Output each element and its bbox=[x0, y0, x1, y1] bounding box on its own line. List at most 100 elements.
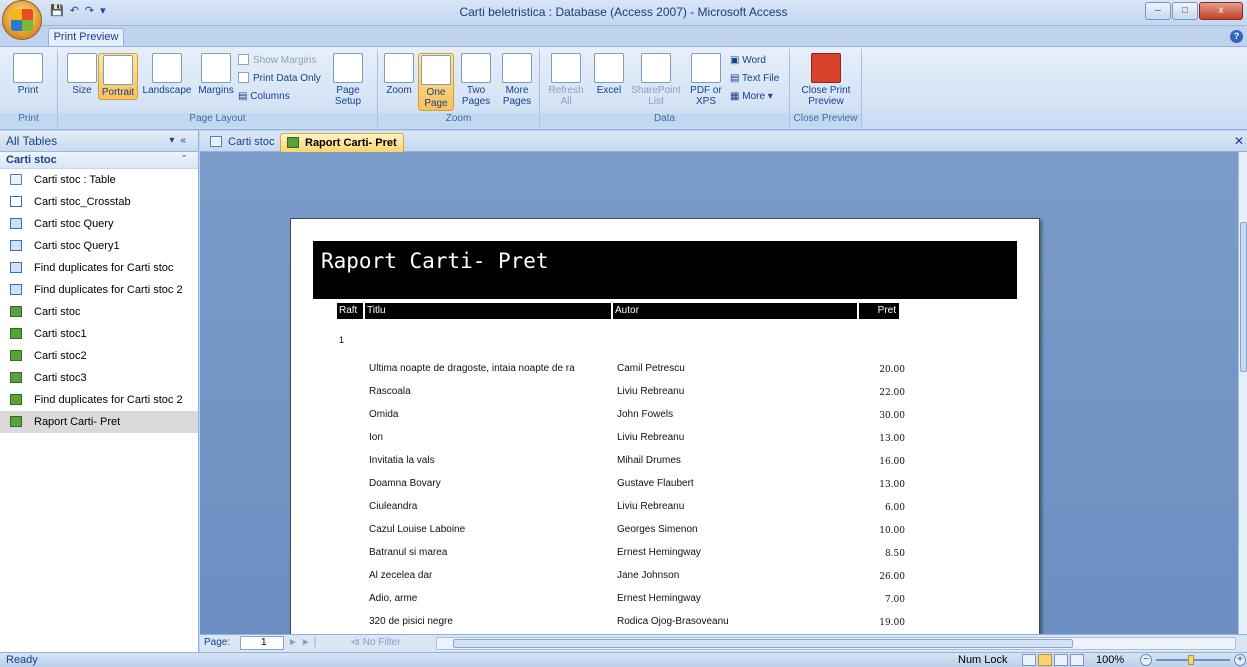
report-row: Ultima noapte de dragoste, intaia noapte… bbox=[291, 363, 1041, 385]
column-header-pret: Pret bbox=[859, 303, 899, 319]
report-icon bbox=[287, 137, 299, 148]
nav-item[interactable]: Carti stoc bbox=[0, 301, 198, 323]
report-cell-pret: 7.00 bbox=[884, 595, 905, 605]
doc-tab-carti-stoc[interactable]: Carti stoc bbox=[204, 133, 280, 152]
one-page-icon bbox=[421, 55, 451, 85]
export-pdf-button[interactable]: PDF or XPS bbox=[686, 53, 726, 107]
print-preview-area[interactable]: Raport Carti- Pret Raft Titlu Autor Pret… bbox=[200, 152, 1238, 634]
print-preview-view-icon[interactable] bbox=[1038, 654, 1052, 666]
design-view-icon[interactable] bbox=[1070, 654, 1084, 666]
print-data-only-checkbox[interactable]: Print Data Only bbox=[238, 71, 321, 86]
group-label-data: Data bbox=[540, 113, 789, 127]
columns-icon: ▤ bbox=[238, 91, 251, 102]
report-cell-titlu: Invitatia la vals bbox=[369, 455, 435, 466]
page-number-input[interactable]: 1 bbox=[240, 636, 284, 650]
nav-pane-menu-icon[interactable]: ▾« bbox=[169, 131, 192, 151]
more-pages-button[interactable]: More Pages bbox=[498, 53, 536, 107]
report-row: 320 de pisici negre Rodica Ojog-Brasovean… bbox=[291, 616, 1041, 634]
report-title: Raport Carti- Pret bbox=[321, 249, 549, 273]
group-print: Print Print bbox=[0, 49, 58, 127]
tab-print-preview[interactable]: Print Preview bbox=[48, 28, 124, 47]
zoom-in-icon[interactable]: + bbox=[1234, 654, 1246, 666]
report-cell-titlu: Ciuleandra bbox=[369, 501, 418, 512]
margins-button[interactable]: Margins bbox=[196, 53, 236, 96]
export-more-button[interactable]: ▦ More ▾ bbox=[730, 89, 773, 104]
zoom-out-icon[interactable]: − bbox=[1140, 654, 1152, 666]
vertical-scroll-thumb[interactable] bbox=[1240, 222, 1247, 372]
nav-item[interactable]: Carti stoc : Table bbox=[0, 169, 198, 191]
report-cell-pret: 10.00 bbox=[879, 526, 905, 536]
view-switcher bbox=[1022, 654, 1090, 667]
filter-icon: ⧏ bbox=[350, 637, 363, 648]
minimize-button[interactable]: – bbox=[1145, 2, 1171, 20]
report-row: Adio, arme Ernest Hemingway 7.00 bbox=[291, 593, 1041, 615]
report-cell-pret: 16.00 bbox=[879, 457, 905, 467]
close-print-preview-button[interactable]: Close Print Preview bbox=[796, 53, 856, 107]
office-button[interactable] bbox=[2, 0, 42, 40]
report-cell-titlu: Rascoala bbox=[369, 386, 411, 397]
show-margins-checkbox[interactable]: Show Margins bbox=[238, 53, 316, 68]
vertical-scrollbar[interactable] bbox=[1238, 152, 1247, 634]
nav-item[interactable]: Raport Carti- Pret bbox=[0, 411, 198, 433]
page-nav-arrows-icon[interactable]: ►►| bbox=[288, 637, 319, 648]
close-window-button[interactable]: x bbox=[1199, 2, 1243, 20]
report-icon bbox=[10, 372, 22, 383]
portrait-button[interactable]: Portrait bbox=[98, 53, 138, 100]
export-excel-button[interactable]: Excel bbox=[592, 53, 626, 96]
report-cell-titlu: Doamna Bovary bbox=[369, 478, 441, 489]
horizontal-scrollbar[interactable] bbox=[436, 637, 1236, 650]
nav-pane-header[interactable]: All Tables ▾« bbox=[0, 131, 198, 152]
zoom-button[interactable]: Zoom bbox=[382, 53, 416, 96]
page-label: Page: bbox=[204, 637, 231, 648]
two-pages-button[interactable]: Two Pages bbox=[458, 53, 494, 107]
group-label-print: Print bbox=[0, 113, 57, 127]
nav-item[interactable]: Carti stoc_Crosstab bbox=[0, 191, 198, 213]
report-cell-autor: Georges Simenon bbox=[617, 524, 698, 535]
nav-item[interactable]: Carti stoc3 bbox=[0, 367, 198, 389]
layout-view-icon[interactable] bbox=[1054, 654, 1068, 666]
nav-group-header[interactable]: Carti stoc ˆ bbox=[0, 152, 198, 169]
export-sharepoint-button[interactable]: SharePoint List bbox=[628, 53, 684, 107]
export-text-file-button[interactable]: ▤ Text File bbox=[730, 71, 779, 86]
columns-button[interactable]: ▤ Columns bbox=[238, 89, 290, 104]
print-button[interactable]: Print bbox=[8, 53, 48, 96]
close-document-icon[interactable]: ✕ bbox=[1234, 134, 1244, 148]
report-cell-titlu: Al zecelea dar bbox=[369, 570, 433, 581]
zoom-slider-knob[interactable] bbox=[1188, 655, 1194, 665]
refresh-all-button[interactable]: Refresh All bbox=[546, 53, 586, 107]
nav-item[interactable]: Find duplicates for Carti stoc bbox=[0, 257, 198, 279]
printer-icon bbox=[13, 53, 43, 83]
size-button[interactable]: Size bbox=[66, 53, 98, 96]
horizontal-scroll-thumb[interactable] bbox=[453, 639, 1073, 648]
nav-item[interactable]: Find duplicates for Carti stoc 2 bbox=[0, 279, 198, 301]
no-filter-button[interactable]: ⧏ No Filter bbox=[350, 637, 401, 648]
help-icon[interactable]: ? bbox=[1230, 30, 1243, 43]
doc-tab-raport-carti-pret[interactable]: Raport Carti- Pret bbox=[280, 133, 404, 152]
report-cell-titlu: Ion bbox=[369, 432, 383, 443]
group-label-zoom: Zoom bbox=[378, 113, 539, 127]
nav-item[interactable]: Carti stoc2 bbox=[0, 345, 198, 367]
landscape-button[interactable]: Landscape bbox=[140, 53, 194, 96]
nav-item[interactable]: Carti stoc Query1 bbox=[0, 235, 198, 257]
nav-item[interactable]: Find duplicates for Carti stoc 2 bbox=[0, 389, 198, 411]
one-page-button[interactable]: One Page bbox=[418, 53, 454, 111]
table-icon bbox=[210, 136, 222, 147]
nav-item[interactable]: Carti stoc Query bbox=[0, 213, 198, 235]
report-title-band: Raport Carti- Pret bbox=[313, 241, 1017, 299]
ribbon: Print Print Size Portrait Landscape Marg… bbox=[0, 46, 1247, 130]
nav-item-label: Find duplicates for Carti stoc bbox=[34, 262, 174, 274]
zoom-slider[interactable]: − + bbox=[1140, 654, 1246, 666]
report-cell-titlu: Ultima noapte de dragoste, intaia noapte… bbox=[369, 363, 575, 374]
maximize-button[interactable]: □ bbox=[1172, 2, 1198, 20]
magnifier-icon bbox=[384, 53, 414, 83]
column-header-autor: Autor bbox=[613, 303, 857, 319]
report-cell-autor: Rodica Ojog-Brasoveanu bbox=[617, 616, 729, 627]
collapse-group-icon[interactable]: ˆ bbox=[182, 152, 186, 168]
report-view-icon[interactable] bbox=[1022, 654, 1036, 666]
text-file-icon: ▤ bbox=[730, 73, 743, 84]
office-logo-icon bbox=[11, 9, 33, 31]
export-word-button[interactable]: ▣ Word bbox=[730, 53, 766, 68]
nav-item[interactable]: Carti stoc1 bbox=[0, 323, 198, 345]
report-icon bbox=[10, 328, 22, 339]
page-setup-button[interactable]: Page Setup bbox=[328, 53, 368, 107]
